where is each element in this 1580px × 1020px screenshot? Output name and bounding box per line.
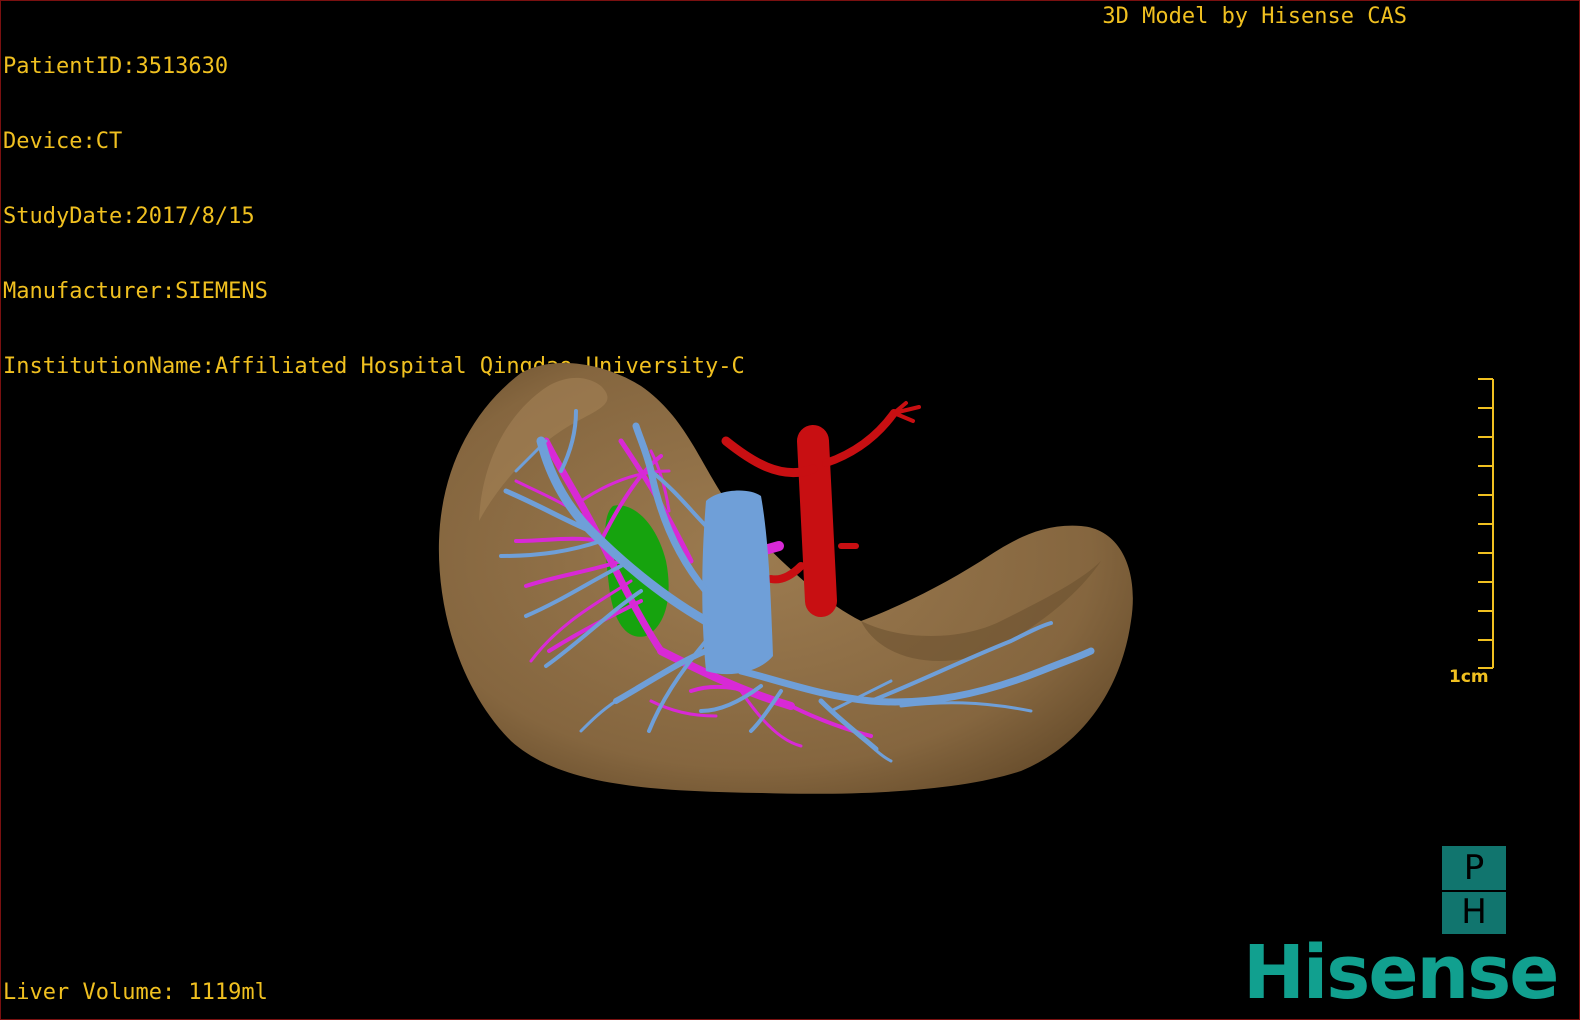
scale-bar xyxy=(1478,378,1494,669)
hisense-brand-logo: Hisense xyxy=(1243,930,1559,1016)
liver-volume-text: Liver Volume: 1119ml xyxy=(3,980,268,1005)
3d-viewport[interactable]: PatientID:3513630 Device:CT StudyDate:20… xyxy=(0,0,1580,1020)
liver-3d-model[interactable] xyxy=(1,1,1580,1020)
ph-logo: P H xyxy=(1442,846,1506,934)
ph-logo-bottom-letter: H xyxy=(1461,892,1487,932)
scale-bar-label: 1cm xyxy=(1449,667,1489,687)
portal-vein xyxy=(702,490,773,675)
ph-logo-top-letter: P xyxy=(1463,848,1485,888)
